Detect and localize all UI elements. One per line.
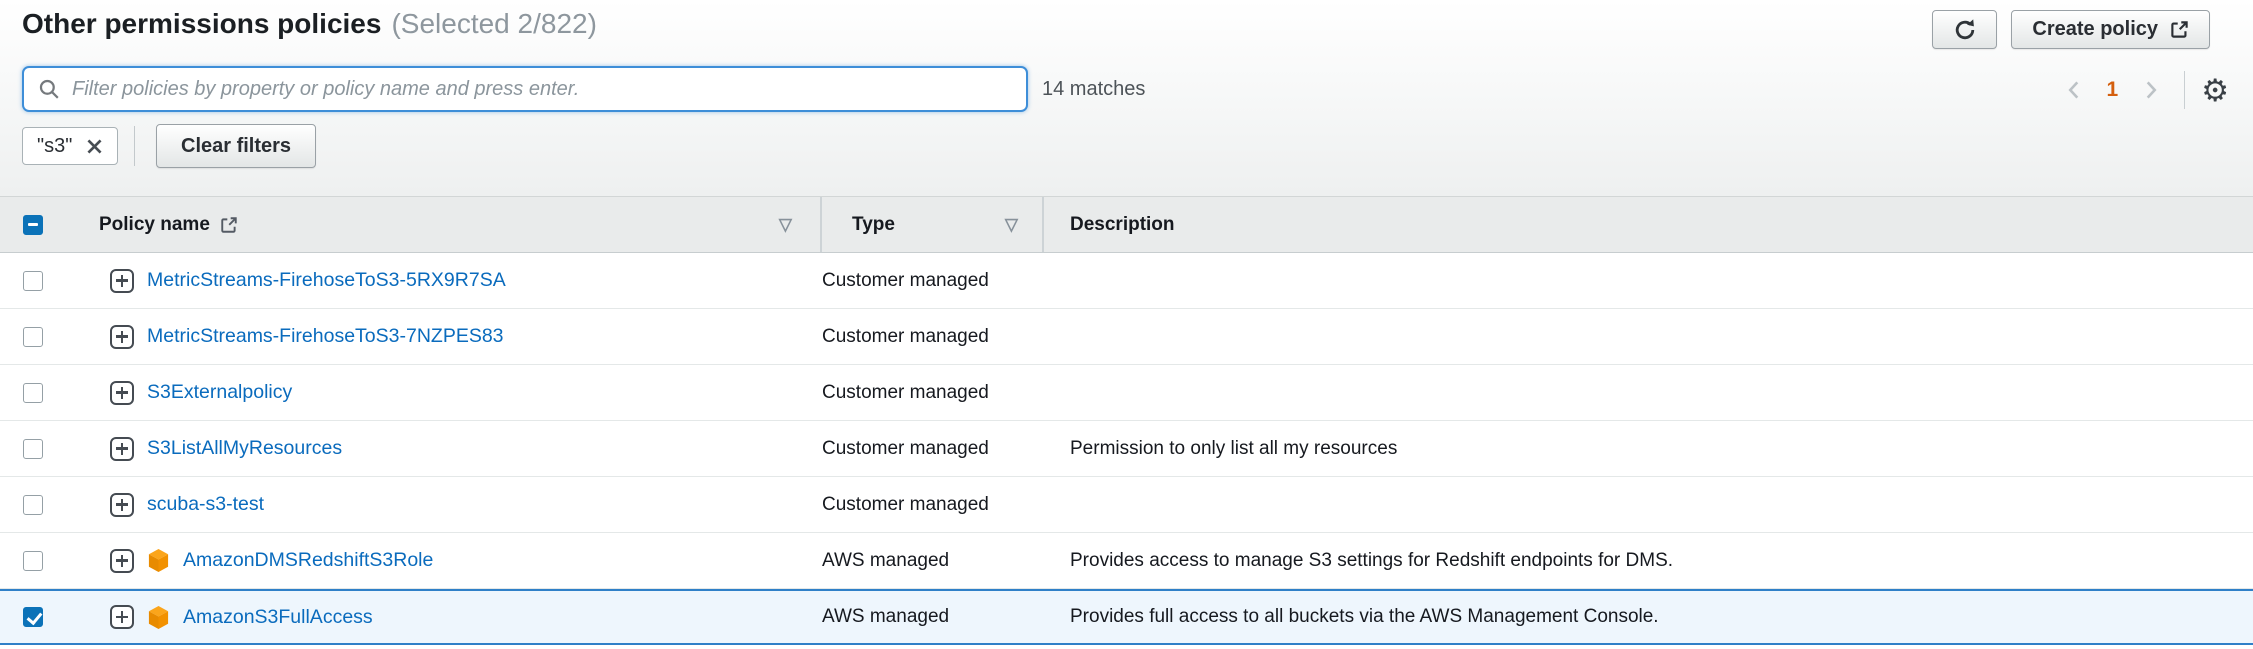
clear-filters-button[interactable]: Clear filters [156, 124, 316, 168]
expand-row-icon[interactable] [110, 437, 134, 461]
policy-type: Customer managed [822, 382, 989, 404]
pagination: 1 [2057, 70, 2229, 110]
aws-managed-icon [147, 548, 170, 573]
pagination-divider [2184, 71, 2185, 109]
policy-description: Provides full access to all buckets via … [1070, 606, 1659, 628]
policy-name-link[interactable]: S3Externalpolicy [147, 381, 292, 404]
policy-type: Customer managed [822, 326, 989, 348]
row-checkbox[interactable] [23, 439, 43, 459]
policy-type: AWS managed [822, 606, 949, 628]
expand-row-icon[interactable] [110, 493, 134, 517]
row-checkbox[interactable] [23, 607, 43, 627]
table-row[interactable]: AmazonDMSRedshiftS3Role AWS managed Prov… [0, 533, 2253, 589]
expand-row-icon[interactable] [110, 269, 134, 293]
policies-table: Policy name Type Description [0, 196, 2253, 645]
select-all-checkbox[interactable] [23, 215, 43, 235]
filter-search-box[interactable] [22, 66, 1028, 112]
search-input[interactable] [72, 78, 1012, 101]
filter-chip-label: "s3" [37, 135, 72, 158]
column-header-type[interactable]: Type [852, 214, 895, 236]
policy-name-link[interactable]: MetricStreams-FirehoseToS3-5RX9R7SA [147, 269, 506, 292]
policy-name-filter-icon[interactable] [779, 215, 792, 235]
toolbar-section: Other permissions policies (Selected 2/82… [0, 0, 2253, 196]
table-header-row: Policy name Type Description [0, 196, 2253, 253]
page-title: Other permissions policies (Selected 2/82… [22, 8, 597, 40]
settings-gear-icon[interactable] [2201, 75, 2229, 106]
type-filter-icon[interactable] [1005, 215, 1018, 235]
filter-chip-s3[interactable]: "s3" [22, 127, 118, 165]
policy-name-link[interactable]: S3ListAllMyResources [147, 437, 342, 460]
row-checkbox[interactable] [23, 551, 43, 571]
table-row[interactable]: MetricStreams-FirehoseToS3-7NZPES83 Cust… [0, 309, 2253, 365]
table-body: MetricStreams-FirehoseToS3-5RX9R7SA Cust… [0, 253, 2253, 645]
search-icon [38, 78, 60, 100]
table-row[interactable]: scuba-s3-test Customer managed [0, 477, 2253, 533]
policy-name-link[interactable]: scuba-s3-test [147, 493, 264, 516]
page-title-text: Other permissions policies [22, 8, 381, 39]
table-row[interactable]: S3Externalpolicy Customer managed [0, 365, 2253, 421]
previous-page-button[interactable] [2057, 73, 2091, 107]
policy-description: Provides access to manage S3 settings fo… [1070, 550, 1673, 572]
expand-row-icon[interactable] [110, 549, 134, 573]
external-link-icon [220, 216, 238, 234]
row-checkbox[interactable] [23, 495, 43, 515]
create-policy-button[interactable]: Create policy [2011, 10, 2210, 49]
row-checkbox[interactable] [23, 327, 43, 347]
expand-row-icon[interactable] [110, 381, 134, 405]
clear-filters-label: Clear filters [181, 135, 291, 158]
policy-name-link[interactable]: MetricStreams-FirehoseToS3-7NZPES83 [147, 325, 504, 348]
create-policy-label: Create policy [2032, 18, 2158, 41]
table-row[interactable]: AmazonS3FullAccess AWS managed Provides … [0, 589, 2253, 645]
refresh-icon [1952, 17, 1978, 43]
selected-count: (Selected 2/822) [391, 8, 596, 39]
policy-type: AWS managed [822, 550, 949, 572]
aws-managed-icon [147, 605, 170, 630]
expand-row-icon[interactable] [110, 605, 134, 629]
policy-type: Customer managed [822, 494, 989, 516]
expand-row-icon[interactable] [110, 325, 134, 349]
refresh-button[interactable] [1932, 10, 1997, 49]
policy-name-link[interactable]: AmazonS3FullAccess [183, 606, 373, 629]
next-page-button[interactable] [2134, 73, 2168, 107]
policy-type: Customer managed [822, 270, 989, 292]
matches-count: 14 matches [1042, 78, 1145, 101]
column-header-description: Description [1070, 214, 1175, 236]
external-link-icon [2170, 20, 2189, 39]
column-header-policy-name[interactable]: Policy name [99, 214, 210, 236]
header-actions: Create policy [1932, 10, 2210, 49]
policy-type: Customer managed [822, 438, 989, 460]
remove-filter-icon[interactable] [86, 138, 103, 155]
policy-name-link[interactable]: AmazonDMSRedshiftS3Role [183, 549, 433, 572]
row-checkbox[interactable] [23, 271, 43, 291]
filter-divider [134, 126, 135, 166]
table-row[interactable]: MetricStreams-FirehoseToS3-5RX9R7SA Cust… [0, 253, 2253, 309]
current-page-number[interactable]: 1 [2091, 78, 2135, 102]
table-row[interactable]: S3ListAllMyResources Customer managed Pe… [0, 421, 2253, 477]
policy-description: Permission to only list all my resources [1070, 438, 1397, 460]
row-checkbox[interactable] [23, 383, 43, 403]
